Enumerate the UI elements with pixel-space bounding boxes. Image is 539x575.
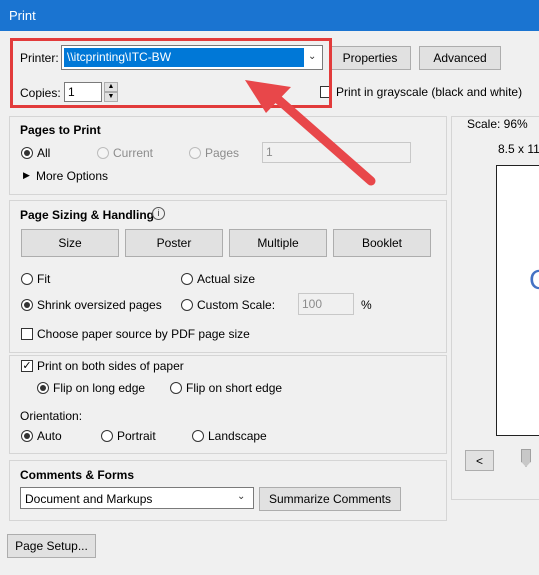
arrow-shaft: [267, 89, 376, 186]
annotation-arrow: [245, 80, 376, 186]
